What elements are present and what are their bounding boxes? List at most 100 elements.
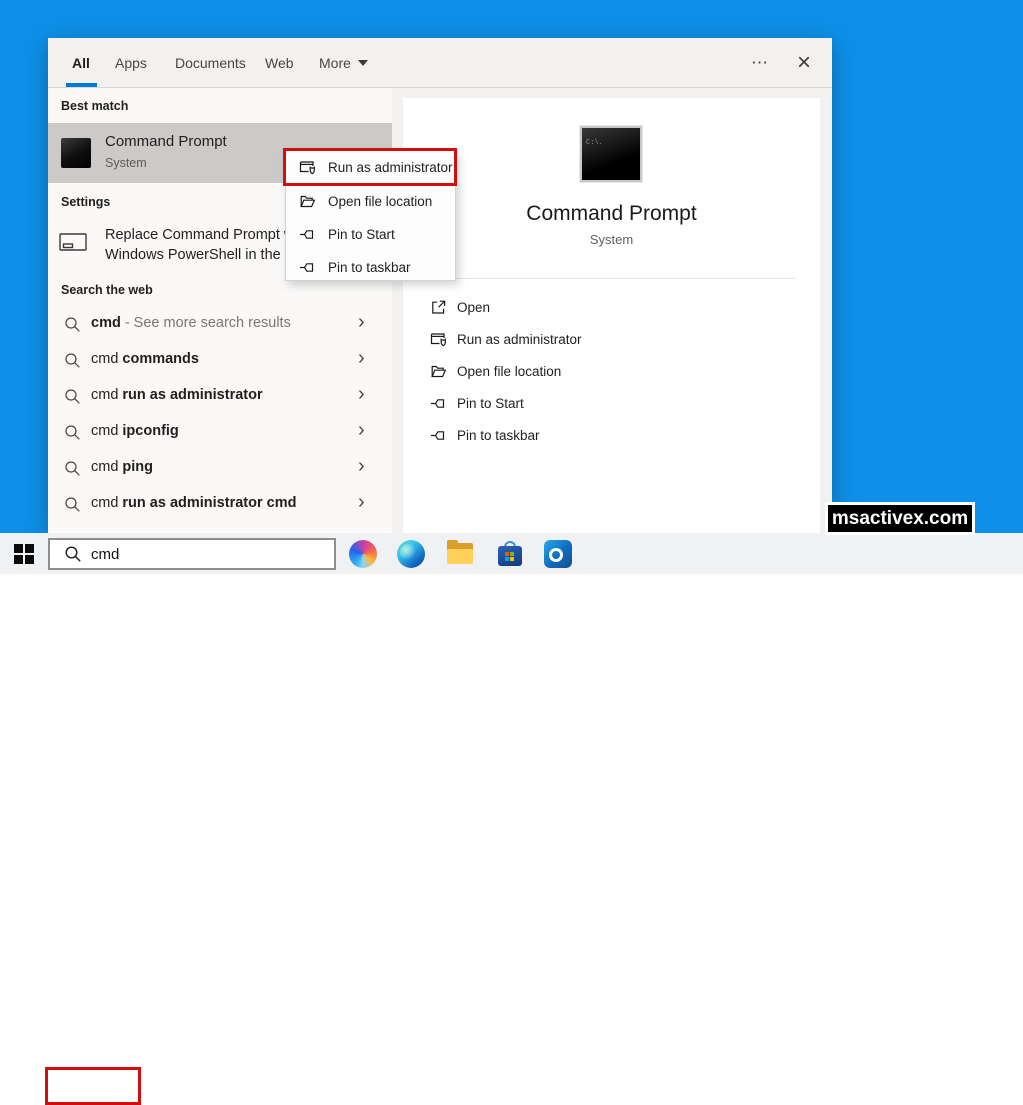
web-suggestion-row[interactable]: cmdipconfig › <box>48 415 392 451</box>
suggestion-suffix: run as administrator <box>122 387 262 403</box>
edge-browser-icon[interactable] <box>397 540 425 568</box>
best-match-title: Command Prompt <box>105 133 227 150</box>
folder-front <box>447 549 473 564</box>
context-menu-item-label: Pin to taskbar <box>328 260 411 275</box>
search-icon <box>64 545 82 563</box>
web-suggestion-row[interactable]: cmdcommands › <box>48 343 392 379</box>
web-suggestion-text: cmdcommands <box>91 351 199 367</box>
folder-icon <box>430 363 447 380</box>
preview-app-type: System <box>403 232 820 247</box>
web-suggestion-text: cmdrun as administrator <box>91 387 263 403</box>
search-icon <box>64 352 81 369</box>
chevron-down-icon <box>358 60 368 66</box>
best-match-subtitle: System <box>105 156 147 170</box>
tab-apps[interactable]: Apps <box>115 38 147 88</box>
ellipsis-icon: ⋯ <box>751 53 769 73</box>
tab-more[interactable]: More <box>319 38 368 88</box>
chevron-right-icon: › <box>358 491 365 514</box>
search-filter-tabs: All Apps Documents Web More ⋯ × <box>48 38 832 88</box>
web-suggestion-row[interactable]: cmdping › <box>48 451 392 487</box>
tab-apps-label: Apps <box>115 55 147 71</box>
web-suggestion-text: cmd- See more search results <box>91 315 291 331</box>
watermark: msactivex.com <box>825 502 975 535</box>
taskbar <box>0 533 1023 574</box>
action-open-file-location[interactable]: Open file location <box>403 356 820 388</box>
close-button[interactable]: × <box>784 38 824 88</box>
pin-icon <box>430 427 447 444</box>
search-icon <box>64 460 81 477</box>
file-explorer-icon[interactable] <box>446 540 474 568</box>
outlook-icon[interactable] <box>544 540 572 568</box>
action-pin-to-start[interactable]: Pin to Start <box>403 388 820 420</box>
action-run-as-administrator[interactable]: Run as administrator <box>403 324 820 356</box>
context-menu-item-label: Run as administrator <box>328 160 453 175</box>
query-text: cmd <box>91 387 118 403</box>
search-icon <box>64 496 81 513</box>
chevron-right-icon: › <box>358 419 365 442</box>
desktop-background: All Apps Documents Web More ⋯ × <box>0 0 1023 574</box>
query-text: cmd <box>91 315 121 331</box>
close-icon: × <box>797 49 811 77</box>
copilot-icon[interactable] <box>349 540 377 568</box>
action-pin-to-taskbar[interactable]: Pin to taskbar <box>403 420 820 452</box>
query-text: cmd <box>91 351 118 367</box>
chevron-right-icon: › <box>358 455 365 478</box>
web-suggestion-text: cmdping <box>91 459 153 475</box>
tab-documents-label: Documents <box>175 55 246 71</box>
context-menu-item-label: Pin to Start <box>328 227 395 242</box>
web-suggestion-row[interactable]: cmdrun as administrator cmd › <box>48 487 392 523</box>
tab-all-label: All <box>72 55 90 71</box>
context-menu-item-label: Open file location <box>328 194 432 209</box>
web-suggestion-row[interactable]: cmdrun as administrator › <box>48 379 392 415</box>
run-as-administrator-icon <box>299 159 318 176</box>
tab-more-label: More <box>319 55 351 71</box>
query-text: cmd <box>91 459 118 475</box>
context-menu-pin-to-start[interactable]: Pin to Start <box>286 218 455 251</box>
more-options-button[interactable]: ⋯ <box>742 38 778 88</box>
section-search-the-web: Search the web <box>61 283 153 297</box>
microsoft-store-icon[interactable] <box>496 540 524 568</box>
web-suggestion-text: cmdipconfig <box>91 423 179 439</box>
pin-icon <box>299 226 316 243</box>
command-prompt-icon-large: C:\. <box>580 126 642 182</box>
settings-item-line1: Replace Command Prompt wi <box>105 227 298 243</box>
run-as-administrator-icon <box>430 331 449 348</box>
annotation-box-search <box>45 1067 141 1105</box>
preview-app-name: Command Prompt <box>403 202 820 226</box>
suggestion-suffix: commands <box>122 351 199 367</box>
start-button[interactable] <box>0 533 48 574</box>
web-suggestion-row[interactable]: cmd- See more search results › <box>48 307 392 343</box>
open-icon <box>430 299 447 316</box>
suggestion-suffix: ipconfig <box>122 423 178 439</box>
active-tab-underline <box>66 83 97 87</box>
suggestion-suffix: - See more search results <box>125 315 291 331</box>
action-open[interactable]: Open <box>403 292 820 324</box>
context-menu-pin-to-taskbar[interactable]: Pin to taskbar <box>286 251 455 284</box>
section-settings: Settings <box>61 195 110 209</box>
taskbar-search-box[interactable] <box>48 538 336 570</box>
chevron-right-icon: › <box>358 383 365 406</box>
chevron-right-icon: › <box>358 347 365 370</box>
chevron-right-icon: › <box>358 311 365 334</box>
taskbar-search-input[interactable] <box>91 546 311 563</box>
action-label: Pin to Start <box>457 396 524 411</box>
action-label: Run as administrator <box>457 332 582 347</box>
tab-web[interactable]: Web <box>265 38 294 88</box>
tab-web-label: Web <box>265 55 294 71</box>
context-menu: Run as administrator Open file location … <box>285 150 456 281</box>
search-icon <box>64 424 81 441</box>
folder-icon <box>299 193 316 210</box>
pin-icon <box>430 395 447 412</box>
pin-icon <box>299 259 316 276</box>
tab-documents[interactable]: Documents <box>175 38 246 88</box>
context-menu-run-as-administrator[interactable]: Run as administrator <box>286 151 455 185</box>
preview-pane: C:\. Command Prompt System Open <box>403 98 820 533</box>
command-prompt-icon <box>61 138 91 168</box>
suggestion-suffix: ping <box>122 459 153 475</box>
search-icon <box>64 388 81 405</box>
web-suggestion-text: cmdrun as administrator cmd <box>91 495 296 511</box>
action-label: Pin to taskbar <box>457 428 540 443</box>
action-label: Open file location <box>457 364 561 379</box>
context-menu-open-file-location[interactable]: Open file location <box>286 185 455 218</box>
tab-all[interactable]: All <box>72 38 90 88</box>
